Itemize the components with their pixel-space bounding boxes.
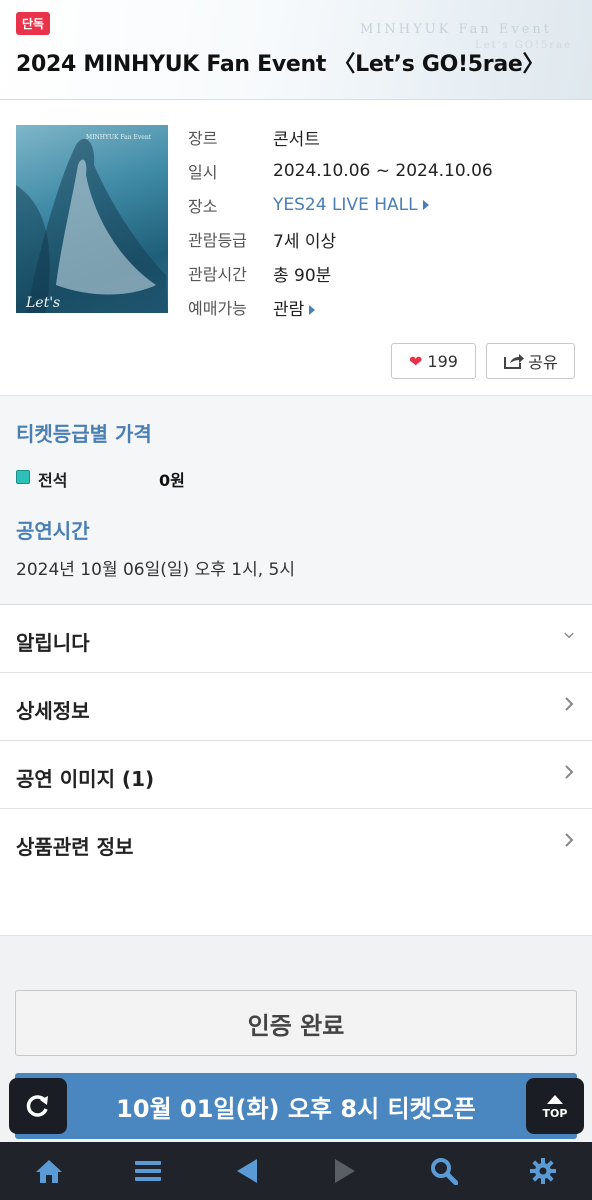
like-count: 199 [427,351,458,371]
price-section: 티켓등급별 가격 전석 0원 공연시간 2024년 10월 06일(일) 오후 … [0,395,592,605]
info-label: 장르 [188,129,218,148]
seat-color-swatch [16,470,30,484]
showtime-text: 2024년 10월 06일(일) 오후 1시, 5시 [16,560,295,580]
accordion-label: 상세정보 [16,699,90,723]
refresh-icon [26,1095,48,1117]
section-divider [0,935,592,967]
chevron-right-icon [565,833,574,847]
info-label: 예매가능 [188,299,247,318]
info-label: 일시 [188,163,218,182]
info-row-date: 일시 2024.10.06 ~ 2024.10.06 [188,154,493,188]
nav-menu[interactable] [118,1142,178,1200]
accordion-product-info[interactable]: 상품관련 정보 [0,809,592,877]
info-row-rating: 관람등급 7세 이상 [188,222,493,256]
info-value: 7세 이상 [273,231,337,252]
info-value: 2024.10.06 ~ 2024.10.06 [273,161,493,181]
nav-search[interactable] [414,1142,474,1200]
triangle-right-icon [309,304,316,315]
forward-icon [335,1159,356,1183]
back-icon [236,1159,257,1183]
info-row-runtime: 관람시간 총 90분 [188,256,493,290]
like-button[interactable]: ❤ 199 [391,343,476,379]
info-row-genre: 장르 콘서트 [188,120,493,154]
booking-link-text[interactable]: 관람 [273,300,304,320]
info-label: 관람시간 [188,265,247,284]
poster-header-text: MINHYUK Fan Event [86,134,152,141]
home-icon [36,1160,63,1183]
info-value: 총 90분 [273,265,332,286]
poster-art: MINHYUK Fan Event Let's [16,134,168,313]
search-icon [430,1158,458,1185]
event-header: MINHYUK Fan Event Let's GO!5rae 단독 2024 … [0,0,592,100]
chevron-down-icon [564,632,574,639]
scroll-top-button[interactable]: TOP [526,1078,584,1134]
price-title: 티켓등급별 가격 [16,422,152,446]
page-title: 2024 MINHYUK Fan Event 〈Let’s GO!5rae〉 [16,52,545,77]
scroll-top-label: TOP [542,1106,568,1120]
chevron-right-icon [565,697,574,711]
triangle-right-icon [422,200,429,210]
share-button[interactable]: 공유 [486,343,575,379]
info-value: 콘서트 [273,129,320,150]
accordion-images[interactable]: 공연 이미지 (1) [0,741,592,809]
nav-forward[interactable] [315,1142,375,1200]
settings-icon [529,1158,556,1184]
heart-icon: ❤ [409,351,423,371]
bottom-nav [0,1142,592,1200]
nav-home[interactable] [19,1142,79,1200]
nav-settings[interactable] [513,1142,573,1200]
menu-icon [134,1161,161,1181]
poster-caption: Let's [25,295,60,311]
seat-price: 0원 [159,471,185,490]
chevron-right-icon [565,765,574,779]
venue-link[interactable]: YES24 LIVE HALL [273,195,429,215]
info-row-venue: 장소 YES24 LIVE HALL [188,188,493,222]
info-label: 장소 [188,197,218,216]
info-row-booking: 예매가능 관람 [188,290,493,324]
info-label: 관람등급 [188,231,247,250]
auth-complete-button[interactable]: 인증 완료 [15,990,577,1056]
accordion-label: 상품관련 정보 [16,835,134,859]
share-icon [504,354,525,369]
accordion-notice[interactable]: 알립니다 [0,605,592,673]
accordion-label: 공연 이미지 (1) [16,767,155,791]
accordion-detail[interactable]: 상세정보 [0,673,592,741]
booking-link[interactable]: 관람 [273,295,316,320]
event-info: 장르 콘서트 일시 2024.10.06 ~ 2024.10.06 장소 YES… [188,120,493,324]
share-label: 공유 [528,353,558,372]
showtime-title: 공연시간 [16,519,90,543]
exclusive-badge: 단독 [16,12,51,35]
event-poster[interactable]: MINHYUK Fan Event Let's [16,125,168,313]
refresh-button[interactable] [9,1078,67,1134]
header-watermark: MINHYUK Fan Event [359,22,552,37]
accordion-label: 알립니다 [16,631,90,655]
seat-grade: 전석 [38,471,68,490]
arrow-up-icon [547,1094,563,1104]
nav-back[interactable] [217,1142,277,1200]
venue-link-text[interactable]: YES24 LIVE HALL [273,195,418,215]
ticket-open-button[interactable]: 10월 01일(화) 오후 8시 티켓오픈 [15,1073,577,1139]
